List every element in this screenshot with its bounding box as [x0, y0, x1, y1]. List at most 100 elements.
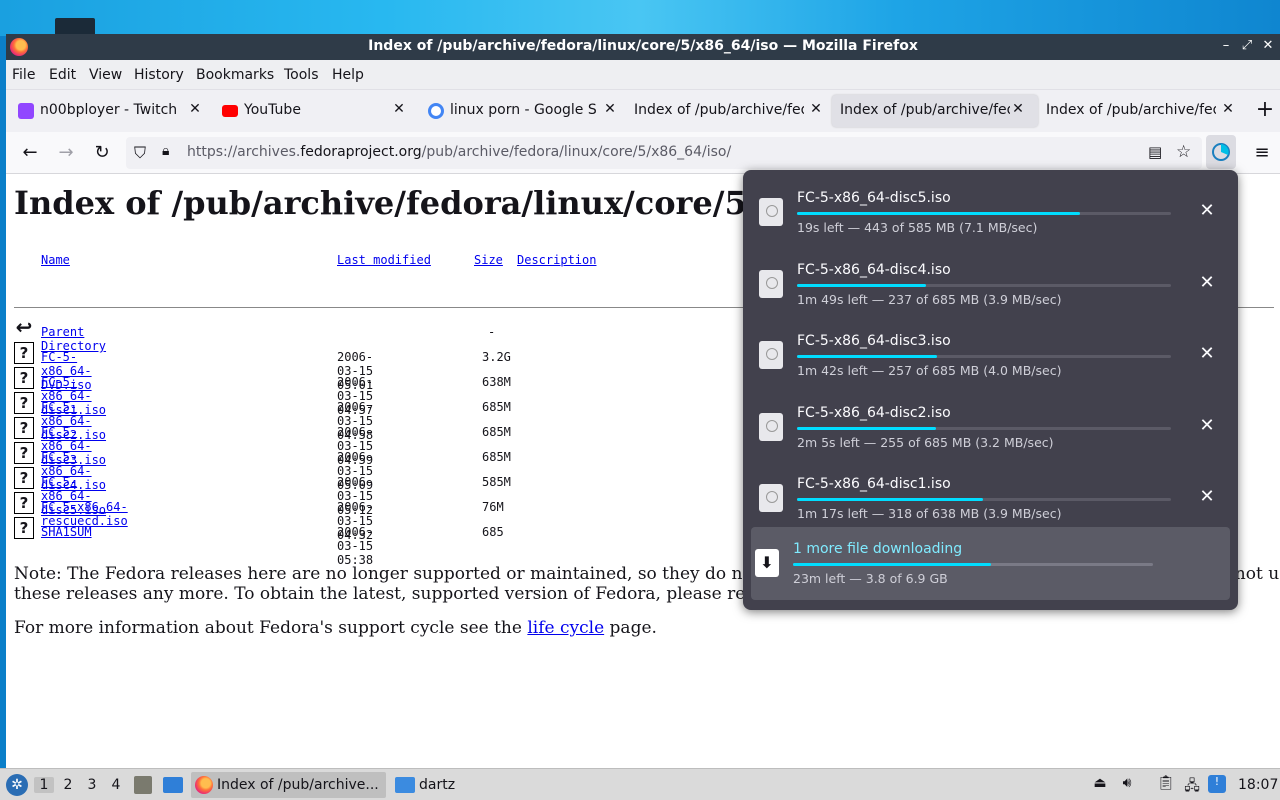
cancel-download-icon[interactable]: ✕ [1197, 272, 1217, 293]
menu-tools[interactable]: Tools [284, 67, 319, 83]
parent-directory-link[interactable]: Parent Directory [41, 325, 106, 353]
url-text[interactable]: https://archives.fedoraproject.org/pub/a… [187, 144, 731, 160]
tab-label: Index of /pub/archive/fed [1046, 102, 1216, 118]
firefox-task-icon [195, 776, 213, 794]
column-description-link[interactable]: Description [517, 253, 596, 267]
volume-icon[interactable]: 🔊︎ [1118, 775, 1136, 793]
tab-fedora-index-1[interactable]: Index of /pub/archive/fed ✕ [624, 95, 830, 127]
file-link[interactable]: FC-5-x86_64-rescuecd.iso [41, 500, 128, 528]
bookmark-star-icon[interactable]: ☆ [1176, 142, 1191, 162]
forward-arrow-icon[interactable]: → [52, 140, 80, 166]
workspace-3[interactable]: 3 [82, 777, 102, 793]
menu-file[interactable]: File [12, 67, 35, 83]
address-bar[interactable]: ⛉ 🔒︎ https://archives.fedoraproject.org/… [126, 137, 1202, 169]
life-cycle-link[interactable]: life cycle [527, 618, 604, 638]
menu-view[interactable]: View [89, 67, 122, 83]
file-size: 685M [482, 450, 511, 464]
more-downloads-label: 1 more file downloading [793, 541, 963, 557]
workspace-4[interactable]: 4 [106, 777, 126, 793]
title-bar[interactable]: Index of /pub/archive/fedora/linux/core/… [6, 34, 1280, 60]
downloads-panel: FC-5-x86_64-disc5.iso 19s left — 443 of 5… [743, 170, 1238, 610]
workspace-2[interactable]: 2 [58, 777, 78, 793]
lock-icon[interactable]: 🔒︎ [162, 143, 169, 159]
maximize-button[interactable]: ⤢ [1238, 37, 1256, 55]
cancel-download-icon[interactable]: ✕ [1197, 486, 1217, 507]
more-progress-fill [793, 563, 992, 566]
column-modified-link[interactable]: Last modified [337, 253, 431, 267]
downloads-button[interactable] [1206, 135, 1236, 169]
back-folder-icon: ↩ [14, 315, 34, 339]
close-window-button[interactable]: ✕ [1259, 37, 1277, 55]
eject-icon[interactable]: ⏏ [1091, 775, 1109, 793]
youtube-icon [222, 105, 238, 117]
unknown-file-icon: ? [14, 467, 34, 489]
new-tab-button[interactable]: + [1252, 95, 1278, 127]
cancel-download-icon[interactable]: ✕ [1197, 415, 1217, 436]
cancel-download-icon[interactable]: ✕ [1197, 200, 1217, 221]
file-manager-launcher-icon[interactable] [134, 776, 152, 794]
task-dartz[interactable]: dartz [393, 772, 473, 798]
column-size-link[interactable]: Size [474, 253, 503, 267]
menu-edit[interactable]: Edit [49, 67, 76, 83]
tab-close-icon[interactable]: ✕ [808, 101, 824, 117]
file-size: 685M [482, 425, 511, 439]
tab-fedora-index-active[interactable]: Index of /pub/archive/fed ✕ [832, 95, 1038, 127]
download-item[interactable]: FC-5-x86_64-disc3.iso 1m 42s left — 257 o… [751, 317, 1230, 387]
clipboard-icon[interactable]: 📋︎ [1157, 775, 1175, 793]
file-link[interactable]: SHA1SUM [41, 525, 92, 539]
download-status: 1m 17s left — 318 of 638 MB (3.9 MB/sec) [797, 506, 1062, 521]
minimize-button[interactable]: – [1217, 37, 1235, 55]
menu-history[interactable]: History [134, 67, 184, 83]
back-arrow-icon[interactable]: ← [16, 140, 44, 166]
shield-icon[interactable]: ⛉ [134, 143, 146, 163]
tab-youtube[interactable]: YouTube ✕ [212, 95, 412, 127]
downloads-progress-icon [1212, 143, 1230, 161]
menu-help[interactable]: Help [332, 67, 364, 83]
column-name-link[interactable]: Name [41, 253, 70, 267]
tab-google[interactable]: linux porn - Google Se ✕ [418, 95, 618, 127]
tab-close-icon[interactable]: ✕ [1220, 101, 1236, 117]
download-item[interactable]: FC-5-x86_64-disc4.iso 1m 49s left — 237 o… [751, 246, 1230, 316]
tab-twitch[interactable]: n00bployer - Twitch ✕ [8, 95, 208, 127]
workspace-1[interactable]: 1 [34, 777, 54, 793]
desktop-launcher-icon[interactable] [163, 777, 183, 793]
download-filename: FC-5-x86_64-disc5.iso [797, 190, 951, 206]
unknown-file-icon: ? [14, 342, 34, 364]
task-label: Index of /pub/archive... [217, 777, 379, 793]
hamburger-menu-icon[interactable]: ≡ [1248, 140, 1276, 166]
cancel-download-icon[interactable]: ✕ [1197, 343, 1217, 364]
tab-close-icon[interactable]: ✕ [1010, 101, 1026, 117]
more-downloads-row[interactable]: ⬇ 1 more file downloading 23m left — 3.8… [751, 527, 1230, 600]
download-item[interactable]: FC-5-x86_64-disc5.iso 19s left — 443 of 5… [751, 174, 1230, 244]
unknown-file-icon: ? [14, 442, 34, 464]
google-icon [428, 103, 444, 119]
unknown-file-icon: ? [14, 417, 34, 439]
parent-size: - [488, 325, 496, 339]
download-filename: FC-5-x86_64-disc4.iso [797, 261, 951, 278]
notification-icon[interactable]: ! [1208, 775, 1226, 793]
network-icon[interactable]: 🖧 [1183, 775, 1201, 794]
download-progress-fill [797, 426, 937, 430]
tab-fedora-index-3[interactable]: Index of /pub/archive/fed ✕ [1040, 95, 1246, 127]
tab-close-icon[interactable]: ✕ [187, 101, 203, 117]
support-prefix: For more information about Fedora's supp… [14, 618, 522, 638]
file-size: 638M [482, 375, 511, 389]
tab-close-icon[interactable]: ✕ [602, 101, 618, 117]
tab-close-icon[interactable]: ✕ [391, 101, 407, 117]
menu-bar: File Edit View History Bookmarks Tools H… [6, 60, 1280, 90]
task-firefox[interactable]: Index of /pub/archive... [191, 772, 386, 798]
download-item[interactable]: FC-5-x86_64-disc2.iso 2m 5s left — 255 of… [751, 389, 1230, 459]
download-status: 1m 42s left — 257 of 685 MB (4.0 MB/sec) [797, 363, 1062, 378]
download-filename: FC-5-x86_64-disc3.iso [797, 333, 951, 349]
start-menu-icon[interactable]: ✲ [6, 774, 28, 796]
reload-icon[interactable]: ↻ [88, 140, 116, 166]
navigation-toolbar: ← → ↻ ⛉ 🔒︎ https://archives.fedoraprojec… [6, 132, 1280, 174]
download-item[interactable]: FC-5-x86_64-disc1.iso 1m 17s left — 318 o… [751, 460, 1230, 530]
iso-file-icon [759, 412, 783, 441]
download-progress-track [797, 283, 1171, 287]
menu-bookmarks[interactable]: Bookmarks [196, 67, 274, 83]
reader-view-icon[interactable]: ▤ [1148, 143, 1162, 161]
tab-label: linux porn - Google Se [450, 102, 596, 118]
twitch-icon [18, 103, 34, 119]
tab-label: Index of /pub/archive/fed [840, 102, 1010, 118]
